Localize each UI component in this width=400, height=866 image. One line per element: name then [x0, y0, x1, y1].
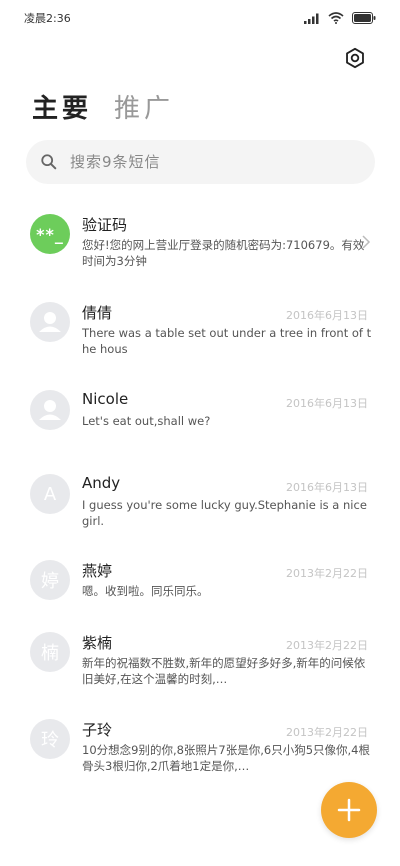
message-item[interactable]: Nicole 2016年6月13日 Let's eat out,shall we…	[0, 376, 400, 456]
message-date: 2013年2月22日	[286, 726, 368, 739]
message-item[interactable]: **_ 验证码 您好!您的网上营业厅登录的随机密码为:710679。有效时间为3…	[0, 200, 400, 280]
gear-icon	[346, 47, 364, 69]
tab-primary[interactable]: 主要	[32, 88, 92, 125]
message-item[interactable]: 玲 子玲 2013年2月22日 10分想念9别的你,8张照片7张是你,6只小狗5…	[0, 705, 400, 785]
message-snippet: Let's eat out,shall we?	[82, 414, 211, 428]
sender-name: 紫楠	[82, 634, 113, 652]
sender-name: Andy	[82, 474, 121, 492]
avatar	[30, 302, 70, 342]
avatar-initials: 玲	[41, 730, 59, 751]
avatar: 玲	[30, 719, 70, 759]
message-snippet: 嗯。收到啦。同乐同乐。	[82, 584, 209, 598]
status-time: 凌晨2:36	[24, 12, 71, 25]
search-bar[interactable]	[26, 140, 375, 184]
message-snippet: I guess you're some lucky guy.Stephanie …	[82, 498, 367, 528]
plus-icon	[337, 798, 361, 822]
search-input[interactable]	[70, 153, 330, 171]
status-icons	[304, 12, 376, 24]
avatar: 婷	[30, 560, 70, 600]
tab-promotions[interactable]: 推广	[114, 88, 174, 125]
wifi-icon	[328, 12, 344, 24]
sender-name: 子玲	[82, 721, 113, 739]
message-item[interactable]: 倩倩 2016年6月13日 There was a table set out …	[0, 288, 400, 368]
avatar: A	[30, 474, 70, 514]
message-item[interactable]: A Andy 2016年6月13日 I guess you're some lu…	[0, 460, 400, 540]
sender-name: Nicole	[82, 390, 129, 408]
avatar-initials: A	[43, 483, 57, 505]
message-item[interactable]: 婷 燕婷 2013年2月22日 嗯。收到啦。同乐同乐。	[0, 546, 400, 626]
message-snippet: 新年的祝福数不胜数,新年的愿望好多好多,新年的问候依旧美好,在这个温馨的时刻,…	[82, 656, 366, 686]
battery-icon	[352, 12, 376, 24]
message-date: 2016年6月13日	[286, 397, 368, 410]
tab-bar: 主要 推广	[32, 88, 174, 125]
message-date: 2016年6月13日	[286, 481, 368, 494]
avatar-initials: **_	[36, 224, 64, 244]
message-snippet: There was a table set out under a tree i…	[82, 326, 372, 356]
status-bar: 凌晨2:36	[0, 0, 400, 36]
settings-button[interactable]	[342, 45, 368, 71]
chevron-right-icon	[362, 235, 371, 249]
sender-name: 倩倩	[82, 304, 113, 322]
search-icon	[41, 154, 57, 170]
avatar: **_	[30, 214, 70, 254]
message-item[interactable]: 楠 紫楠 2013年2月22日 新年的祝福数不胜数,新年的愿望好多好多,新年的问…	[0, 618, 400, 698]
message-date: 2013年2月22日	[286, 639, 368, 652]
message-snippet: 10分想念9别的你,8张照片7张是你,6只小狗5只像你,4根骨头3根归你,2爪着…	[82, 743, 370, 773]
message-date: 2013年2月22日	[286, 567, 368, 580]
avatar	[30, 390, 70, 430]
sender-name: 燕婷	[82, 562, 113, 580]
message-date: 2016年6月13日	[286, 309, 368, 322]
person-icon	[39, 400, 61, 420]
message-snippet: 您好!您的网上营业厅登录的随机密码为:710679。有效时间为3分钟	[82, 238, 365, 268]
sender-name: 验证码	[82, 216, 128, 234]
avatar-initials: 楠	[41, 643, 59, 664]
person-icon	[39, 312, 61, 332]
avatar: 楠	[30, 632, 70, 672]
avatar-initials: 婷	[41, 571, 59, 592]
signal-icon	[304, 13, 319, 24]
compose-button[interactable]	[321, 782, 377, 838]
